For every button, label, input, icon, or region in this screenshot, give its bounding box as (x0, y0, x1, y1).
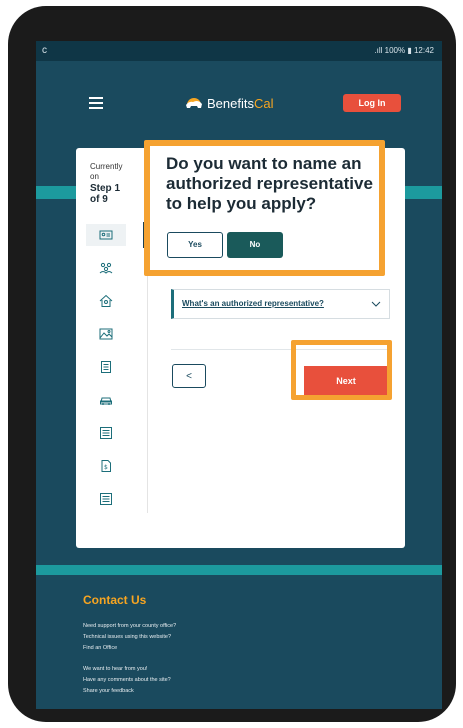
footer-line-comments: Have any comments about the site? (83, 677, 171, 683)
list-icon[interactable] (95, 488, 117, 510)
find-office-link[interactable]: Find an Office (83, 643, 283, 654)
no-button[interactable]: No (227, 232, 283, 258)
authorized-rep-popup: Do you want to name an authorized repres… (144, 140, 385, 276)
people-icon[interactable] (95, 257, 117, 279)
logo-text: BenefitsCal (207, 96, 274, 111)
step-indicator: Step 1 of 9 (90, 183, 121, 205)
footer-line-county: Need support from your county office? (83, 623, 177, 629)
document-list-icon[interactable] (95, 356, 117, 378)
benefitscal-logo[interactable]: BenefitsCal (184, 94, 274, 112)
status-right: .ıll 100% ▮ 12:42 (374, 46, 434, 55)
popup-question: Do you want to name an authorized repres… (166, 154, 373, 213)
car-icon[interactable] (95, 389, 117, 411)
footer-text: Need support from your county office? Te… (83, 621, 283, 697)
faq-accordion[interactable]: What's an authorized representative? (171, 289, 390, 319)
file-dollar-icon[interactable]: $ (95, 455, 117, 477)
home-icon[interactable] (95, 290, 117, 312)
bear-sun-logo-icon (186, 98, 202, 108)
logo-text-benefits: Benefits (207, 95, 254, 111)
site-footer: Contact Us Need support from your county… (36, 575, 442, 709)
menu-icon[interactable] (89, 97, 103, 109)
step-sidebar: Currently on Step 1 of 9 $ (76, 148, 148, 513)
footer-band (36, 565, 442, 575)
status-left: c (42, 45, 47, 56)
share-feedback-link[interactable]: Share your feedback (83, 686, 283, 697)
footer-line-hear: We want to hear from you! (83, 666, 148, 672)
yes-button[interactable]: Yes (167, 232, 223, 258)
logo-text-cal: Cal (253, 95, 274, 111)
footer-line-technical: Technical issues using this website? (83, 634, 172, 640)
currently-on-label: Currently on (90, 162, 123, 181)
chevron-down-icon[interactable] (371, 299, 381, 309)
status-bar: c .ıll 100% ▮ 12:42 (36, 41, 442, 61)
id-card-icon[interactable] (86, 224, 126, 246)
back-button[interactable]: < (172, 364, 206, 388)
login-button[interactable]: Log In (343, 94, 401, 112)
svg-text:$: $ (104, 464, 108, 471)
site-header: BenefitsCal Log In (36, 61, 442, 143)
faq-link[interactable]: What's an authorized representative? (182, 299, 324, 308)
contact-us-title: Contact Us (83, 593, 147, 607)
chevron-left-icon: < (186, 370, 192, 382)
landscape-icon[interactable] (95, 323, 117, 345)
step-icon-list: $ (86, 224, 126, 521)
next-highlight-frame (291, 340, 392, 400)
list-icon[interactable] (95, 422, 117, 444)
